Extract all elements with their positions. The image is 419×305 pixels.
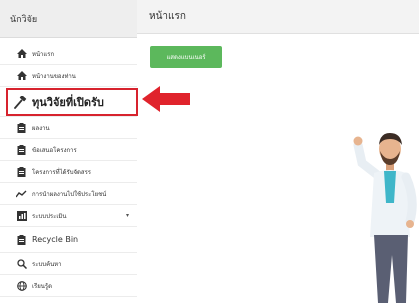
home-icon bbox=[16, 48, 27, 59]
app-window: นักวิจัย หน้าแรก หน้างานของท่าน ผลงาน ข้… bbox=[0, 0, 419, 305]
sidebar-item-evaluation[interactable]: ระบบประเมิน ▾ bbox=[0, 205, 137, 227]
sidebar-item-my-work[interactable]: หน้างานของท่าน bbox=[0, 65, 137, 87]
sidebar-item-funded-projects[interactable]: โครงการที่ได้รับจัดสรร bbox=[0, 161, 137, 183]
sidebar-item-label: ทุนวิจัยที่เปิดรับ bbox=[32, 96, 104, 109]
sidebar-item-home[interactable]: หน้าแรก bbox=[0, 43, 137, 65]
sidebar-item-search[interactable]: ระบบค้นหา bbox=[0, 253, 137, 275]
sidebar-item-label: เรียนรู้ด bbox=[32, 282, 53, 290]
sidebar-item-learning[interactable]: เรียนรู้ด bbox=[0, 275, 137, 297]
sidebar-item-utilization[interactable]: การนำผลงานไปใช้ประโยชน์ bbox=[0, 183, 137, 205]
sidebar-item-label: ระบบค้นหา bbox=[32, 260, 62, 268]
sidebar-item-label: ผลงาน bbox=[32, 124, 50, 132]
sidebar: นักวิจัย หน้าแรก หน้างานของท่าน ผลงาน ข้… bbox=[0, 0, 138, 305]
search-icon bbox=[16, 258, 27, 269]
bar-chart-icon bbox=[16, 210, 27, 221]
sidebar-item-works[interactable]: ผลงาน bbox=[0, 117, 137, 139]
caret-down-icon: ▾ bbox=[125, 212, 129, 219]
clipboard-icon bbox=[16, 166, 27, 177]
globe-icon bbox=[16, 280, 27, 291]
sidebar-item-open-grants[interactable]: ทุนวิจัยที่เปิดรับ bbox=[6, 88, 138, 116]
clipboard-icon bbox=[16, 122, 27, 133]
sidebar-item-label: Recycle Bin bbox=[32, 235, 79, 244]
clipboard-icon bbox=[16, 234, 27, 245]
sidebar-item-label: ข้อเสนอโครงการ bbox=[32, 146, 77, 154]
sidebar-item-recycle-bin[interactable]: Recycle Bin bbox=[0, 227, 137, 253]
sidebar-item-label: การนำผลงานไปใช้ประโยชน์ bbox=[32, 190, 107, 198]
welcome-illustration bbox=[352, 125, 419, 305]
sidebar-item-label: ระบบประเมิน bbox=[32, 212, 67, 220]
sidebar-item-proposals[interactable]: ข้อเสนอโครงการ bbox=[0, 139, 137, 161]
home-icon bbox=[16, 70, 27, 81]
page-title: หน้าแรก bbox=[137, 0, 419, 34]
sidebar-item-label: หน้างานของท่าน bbox=[32, 72, 76, 80]
show-banner-button[interactable]: แสดงแบนเนอร์ bbox=[150, 46, 222, 68]
gavel-icon bbox=[14, 95, 28, 109]
sidebar-item-label: โครงการที่ได้รับจัดสรร bbox=[32, 168, 92, 176]
clipboard-icon bbox=[16, 144, 27, 155]
sidebar-title: นักวิจัย bbox=[0, 0, 137, 38]
main-content: หน้าแรก แสดงแบนเนอร์ bbox=[137, 0, 419, 305]
sidebar-item-label: หน้าแรก bbox=[32, 50, 55, 58]
line-chart-icon bbox=[16, 188, 27, 199]
arrow-left-icon bbox=[142, 86, 192, 116]
